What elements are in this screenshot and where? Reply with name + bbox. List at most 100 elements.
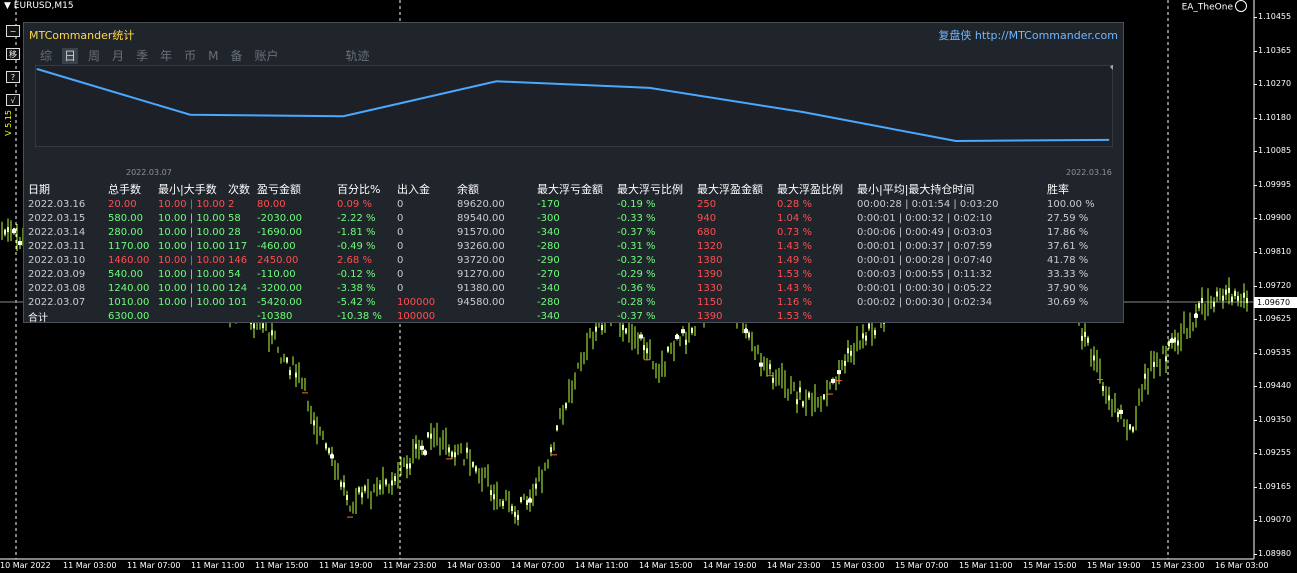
table-cell: 1010.00 bbox=[108, 296, 150, 308]
candle-body bbox=[430, 433, 432, 439]
total-cell: 1390 bbox=[697, 311, 723, 322]
candle-body bbox=[1084, 331, 1086, 337]
table-cell: 940 bbox=[697, 212, 717, 224]
column-header: 次数 bbox=[228, 183, 250, 196]
price-tick: 1.10085 bbox=[1258, 146, 1292, 156]
total-cell bbox=[228, 309, 257, 324]
table-cell: -340 bbox=[537, 226, 560, 238]
table-cell: 93260.00 bbox=[457, 240, 505, 252]
version-label: V 5.15 bbox=[4, 110, 13, 136]
candle-body bbox=[796, 399, 798, 405]
price-tick-mark bbox=[1254, 17, 1257, 18]
table-cell: -3200.00 bbox=[257, 282, 302, 294]
price-tick: 1.09440 bbox=[1258, 381, 1292, 391]
table-cell: -5.42 % bbox=[337, 296, 376, 308]
price-tick-mark bbox=[1254, 419, 1257, 421]
price-tick-mark bbox=[1254, 352, 1257, 354]
candle-body bbox=[4, 229, 6, 235]
candle-body bbox=[379, 484, 381, 490]
candle-body bbox=[1165, 356, 1167, 362]
tab[interactable]: 周 bbox=[86, 48, 102, 64]
candle-body bbox=[1102, 385, 1104, 391]
table-cell: 91380.00 bbox=[457, 282, 505, 294]
candle-body bbox=[1132, 426, 1134, 432]
time-tick: 14 Mar 15:00 bbox=[639, 561, 693, 570]
candle-body bbox=[622, 324, 624, 330]
time-tick: 14 Mar 23:00 bbox=[767, 561, 821, 570]
tab[interactable]: 年 bbox=[158, 48, 174, 64]
equity-point bbox=[495, 80, 497, 82]
price-tick-mark bbox=[1254, 386, 1257, 388]
table-cell: 93720.00 bbox=[457, 254, 505, 266]
equity-point bbox=[955, 140, 957, 142]
tab[interactable]: 轨迹 bbox=[344, 48, 372, 64]
side-button[interactable]: − bbox=[6, 25, 20, 37]
price-tick: 1.09350 bbox=[1258, 414, 1292, 424]
time-tick: 11 Mar 19:00 bbox=[319, 561, 373, 570]
price-tick: 1.09995 bbox=[1258, 179, 1292, 189]
tab[interactable]: 季 bbox=[134, 48, 150, 64]
site-link[interactable]: 复盘侠 http://MTCommander.com bbox=[938, 27, 1118, 43]
table-cell: 91570.00 bbox=[457, 226, 505, 238]
tab[interactable]: 日 bbox=[62, 48, 79, 64]
table-cell: -300 bbox=[537, 212, 560, 224]
table-cell: 10.00 | 10.00 bbox=[158, 198, 225, 210]
table-cell: 0:00:01 | 0:00:28 | 0:07:40 bbox=[857, 254, 993, 266]
side-button[interactable]: 移 bbox=[6, 48, 20, 60]
total-cell bbox=[158, 309, 228, 324]
tab[interactable]: M bbox=[206, 48, 220, 64]
table-cell: 10.00 | 10.00 bbox=[158, 282, 225, 294]
price-tick: 1.09255 bbox=[1258, 448, 1292, 458]
candle-body bbox=[520, 497, 522, 503]
candle-body bbox=[391, 480, 393, 486]
side-button[interactable]: ? bbox=[6, 71, 20, 83]
equity-point bbox=[649, 87, 651, 89]
table-cell: 0:00:06 | 0:00:49 | 0:03:03 bbox=[857, 226, 993, 238]
table-cell: 00:00:28 | 0:01:54 | 0:03:20 bbox=[857, 198, 999, 210]
price-tick: 1.10270 bbox=[1258, 79, 1292, 89]
table-cell: 2022.03.10 bbox=[28, 254, 86, 266]
candle-body bbox=[346, 494, 348, 500]
order-line bbox=[446, 458, 452, 460]
tab[interactable]: 综 bbox=[38, 48, 54, 64]
table-cell: 117 bbox=[228, 240, 248, 252]
ea-label[interactable]: EA_TheOne bbox=[1182, 0, 1247, 13]
table-cell: 1460.00 bbox=[108, 254, 150, 266]
total-cell: -10.38 % bbox=[337, 311, 382, 322]
equity-point bbox=[1108, 139, 1110, 141]
total-cell: -0.37 % bbox=[617, 311, 656, 322]
tab[interactable]: 币 bbox=[182, 48, 198, 64]
candle-body bbox=[493, 494, 495, 500]
side-button[interactable]: √ bbox=[6, 94, 20, 106]
price-tick-mark bbox=[1254, 218, 1257, 220]
price-tick: 1.09810 bbox=[1258, 246, 1292, 256]
table-row: 2022.03.11 1170.00 10.00 | 10.00 117 -460.00… bbox=[28, 239, 1107, 253]
trade-marker bbox=[1170, 338, 1174, 343]
table-cell: 1.43 % bbox=[777, 282, 812, 294]
table-cell: 0.73 % bbox=[777, 226, 812, 238]
table-cell: 2.68 % bbox=[337, 254, 372, 266]
table-cell: 1170.00 bbox=[108, 240, 150, 252]
candle-body bbox=[868, 323, 870, 329]
tab[interactable]: 月 bbox=[110, 48, 126, 64]
table-cell: 1330 bbox=[697, 282, 723, 294]
tab[interactable]: 备 bbox=[228, 48, 244, 64]
table-cell: 250 bbox=[697, 198, 717, 210]
table-cell: -3.38 % bbox=[337, 282, 376, 294]
table-cell: 2022.03.16 bbox=[28, 198, 86, 210]
table-cell: 30.69 % bbox=[1047, 296, 1089, 308]
candle-body bbox=[847, 348, 849, 354]
trade-marker bbox=[831, 378, 835, 383]
table-cell: 33.33 % bbox=[1047, 268, 1089, 280]
candle-body bbox=[823, 394, 825, 400]
trade-marker bbox=[18, 241, 22, 246]
tab[interactable]: 账户 bbox=[252, 48, 280, 64]
price-tick: 1.10455 bbox=[1258, 12, 1292, 21]
total-cell: 1.53 % bbox=[777, 311, 812, 322]
table-cell: -0.28 % bbox=[617, 296, 656, 308]
table-cell: 2022.03.14 bbox=[28, 226, 86, 238]
table-cell: 0:00:03 | 0:00:55 | 0:11:32 bbox=[857, 268, 993, 280]
column-header: 最大浮盈金额 bbox=[697, 183, 763, 196]
candle-body bbox=[7, 227, 9, 233]
table-cell: 27.59 % bbox=[1047, 212, 1089, 224]
